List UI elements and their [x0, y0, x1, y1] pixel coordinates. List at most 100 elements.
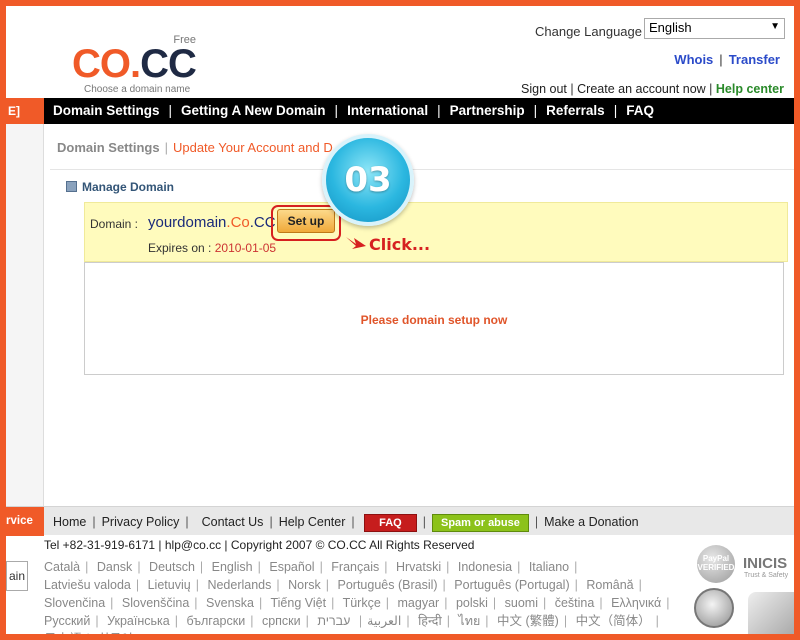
language-link[interactable]: Lietuvių: [148, 578, 191, 592]
language-link[interactable]: Türkçe: [343, 596, 381, 610]
separator: |: [325, 578, 330, 592]
separator: |: [534, 515, 539, 529]
language-link[interactable]: Ελληνικά: [611, 596, 661, 610]
language-select-value: English: [649, 20, 692, 35]
red-arrow-icon: [346, 237, 366, 249]
separator: |: [257, 560, 261, 574]
nav-item-domain-settings[interactable]: Domain Settings: [53, 103, 160, 118]
language-link[interactable]: 中文（简体）: [576, 614, 651, 628]
setup-button[interactable]: Set up: [277, 209, 335, 233]
nav-item-getting-a-new-domain[interactable]: Getting A New Domain: [181, 103, 326, 118]
language-link[interactable]: ไทย: [458, 614, 480, 628]
transfer-link[interactable]: Transfer: [729, 52, 780, 67]
language-link[interactable]: Deutsch: [149, 560, 195, 574]
language-link[interactable]: Slovenščina: [122, 596, 189, 610]
language-link[interactable]: English: [212, 560, 253, 574]
language-link[interactable]: Italiano: [529, 560, 569, 574]
separator: |: [599, 596, 603, 610]
language-link[interactable]: čeština: [555, 596, 595, 610]
language-link[interactable]: Hrvatski: [396, 560, 441, 574]
separator: |: [485, 614, 489, 628]
language-link[interactable]: suomi: [505, 596, 538, 610]
separator: |: [305, 614, 309, 628]
help-center-link[interactable]: Help center: [716, 82, 784, 96]
separator: |: [87, 632, 90, 634]
language-link[interactable]: Latviešu valoda: [44, 578, 131, 592]
site-logo[interactable]: Free CO.CC Choose a domain name: [72, 34, 202, 96]
language-link[interactable]: Русский: [44, 614, 90, 628]
breadcrumb-sub[interactable]: Update Your Account and D: [173, 140, 333, 155]
language-link[interactable]: Português (Brasil): [338, 578, 438, 592]
language-link[interactable]: עברית: [317, 614, 350, 628]
language-link[interactable]: 中文 (繁體): [497, 614, 559, 628]
sign-out-link[interactable]: Sign out: [521, 82, 567, 96]
separator: |: [492, 596, 497, 610]
left-column: [6, 124, 44, 506]
nav-item-partnership[interactable]: Partnership: [450, 103, 525, 118]
footer-left-stub[interactable]: rvice: [6, 507, 44, 536]
nav-item-faq[interactable]: FAQ: [626, 103, 654, 118]
language-link[interactable]: 日本語: [44, 632, 82, 634]
separator: |: [135, 578, 140, 592]
inicis-tagline: Trust & Safety: [744, 572, 789, 579]
language-link[interactable]: हिन्दी: [418, 614, 442, 628]
language-link[interactable]: Dansk: [97, 560, 132, 574]
separator: |: [137, 560, 141, 574]
separator: |: [269, 515, 273, 529]
language-link[interactable]: Svenska: [206, 596, 254, 610]
footer-privacy-link[interactable]: Privacy Policy: [102, 515, 180, 529]
donation-link[interactable]: Make a Donation: [544, 515, 639, 529]
separator: |: [574, 560, 578, 574]
language-link[interactable]: Català: [44, 560, 80, 574]
language-link[interactable]: български: [186, 614, 245, 628]
language-link[interactable]: Українська: [107, 614, 170, 628]
separator: |: [517, 560, 521, 574]
paypal-verified-seal[interactable]: PayPal VERIFIED: [697, 545, 735, 583]
nav-item-referrals[interactable]: Referrals: [546, 103, 605, 118]
language-link[interactable]: Indonesia: [458, 560, 512, 574]
top-links: Whois | Transfer: [674, 52, 780, 67]
comodo-seal-icon[interactable]: [748, 592, 794, 634]
language-link[interactable]: Norsk: [288, 578, 321, 592]
nav-item-international[interactable]: International: [347, 103, 428, 118]
footer-home-link[interactable]: Home: [53, 515, 86, 529]
footer-help-link[interactable]: Help Center: [279, 515, 346, 529]
separator: |: [358, 614, 363, 628]
separator: |: [613, 103, 618, 118]
language-link[interactable]: العربية: [367, 614, 401, 628]
spam-abuse-button[interactable]: Spam or abuse: [432, 514, 529, 532]
security-seal-icon[interactable]: [694, 588, 734, 628]
separator: |: [384, 560, 388, 574]
footer-contact-link[interactable]: Contact Us: [202, 515, 264, 529]
separator: |: [85, 560, 89, 574]
footer-faq-button[interactable]: FAQ: [364, 514, 417, 532]
language-link[interactable]: 한국어: [98, 632, 133, 634]
language-link[interactable]: polski: [456, 596, 488, 610]
language-link[interactable]: Português (Portugal): [454, 578, 569, 592]
language-link[interactable]: Română: [586, 578, 633, 592]
language-link[interactable]: magyar: [398, 596, 440, 610]
separator: |: [437, 103, 441, 118]
separator: |: [185, 515, 189, 529]
whois-link[interactable]: Whois: [674, 52, 713, 67]
language-link[interactable]: српски: [262, 614, 301, 628]
user-links: Sign out | Create an account now | Help …: [521, 82, 784, 96]
language-link[interactable]: Nederlands: [207, 578, 271, 592]
search-input-stub[interactable]: ain: [6, 561, 28, 591]
language-link[interactable]: Tiếng Việt: [270, 596, 326, 610]
separator: |: [533, 103, 538, 118]
separator: |: [199, 560, 204, 574]
language-link[interactable]: Español: [269, 560, 314, 574]
collapse-box-icon[interactable]: [66, 181, 77, 192]
expires-line: Expires on : 2010-01-05: [148, 241, 276, 255]
manage-domain-heading: Manage Domain: [66, 180, 174, 194]
language-select[interactable]: English ▼: [644, 18, 785, 39]
separator: |: [442, 578, 446, 592]
language-link[interactable]: Slovenčina: [44, 596, 105, 610]
inicis-logo[interactable]: INICIS: [743, 555, 787, 572]
create-account-link[interactable]: Create an account now: [577, 82, 706, 96]
footer-bar: rvice Home | Privacy Policy | Contact Us | He…: [6, 506, 794, 536]
breadcrumb-main: Domain Settings: [57, 140, 160, 155]
language-link[interactable]: Français: [331, 560, 379, 574]
nav-left-stub[interactable]: E]: [6, 98, 44, 124]
